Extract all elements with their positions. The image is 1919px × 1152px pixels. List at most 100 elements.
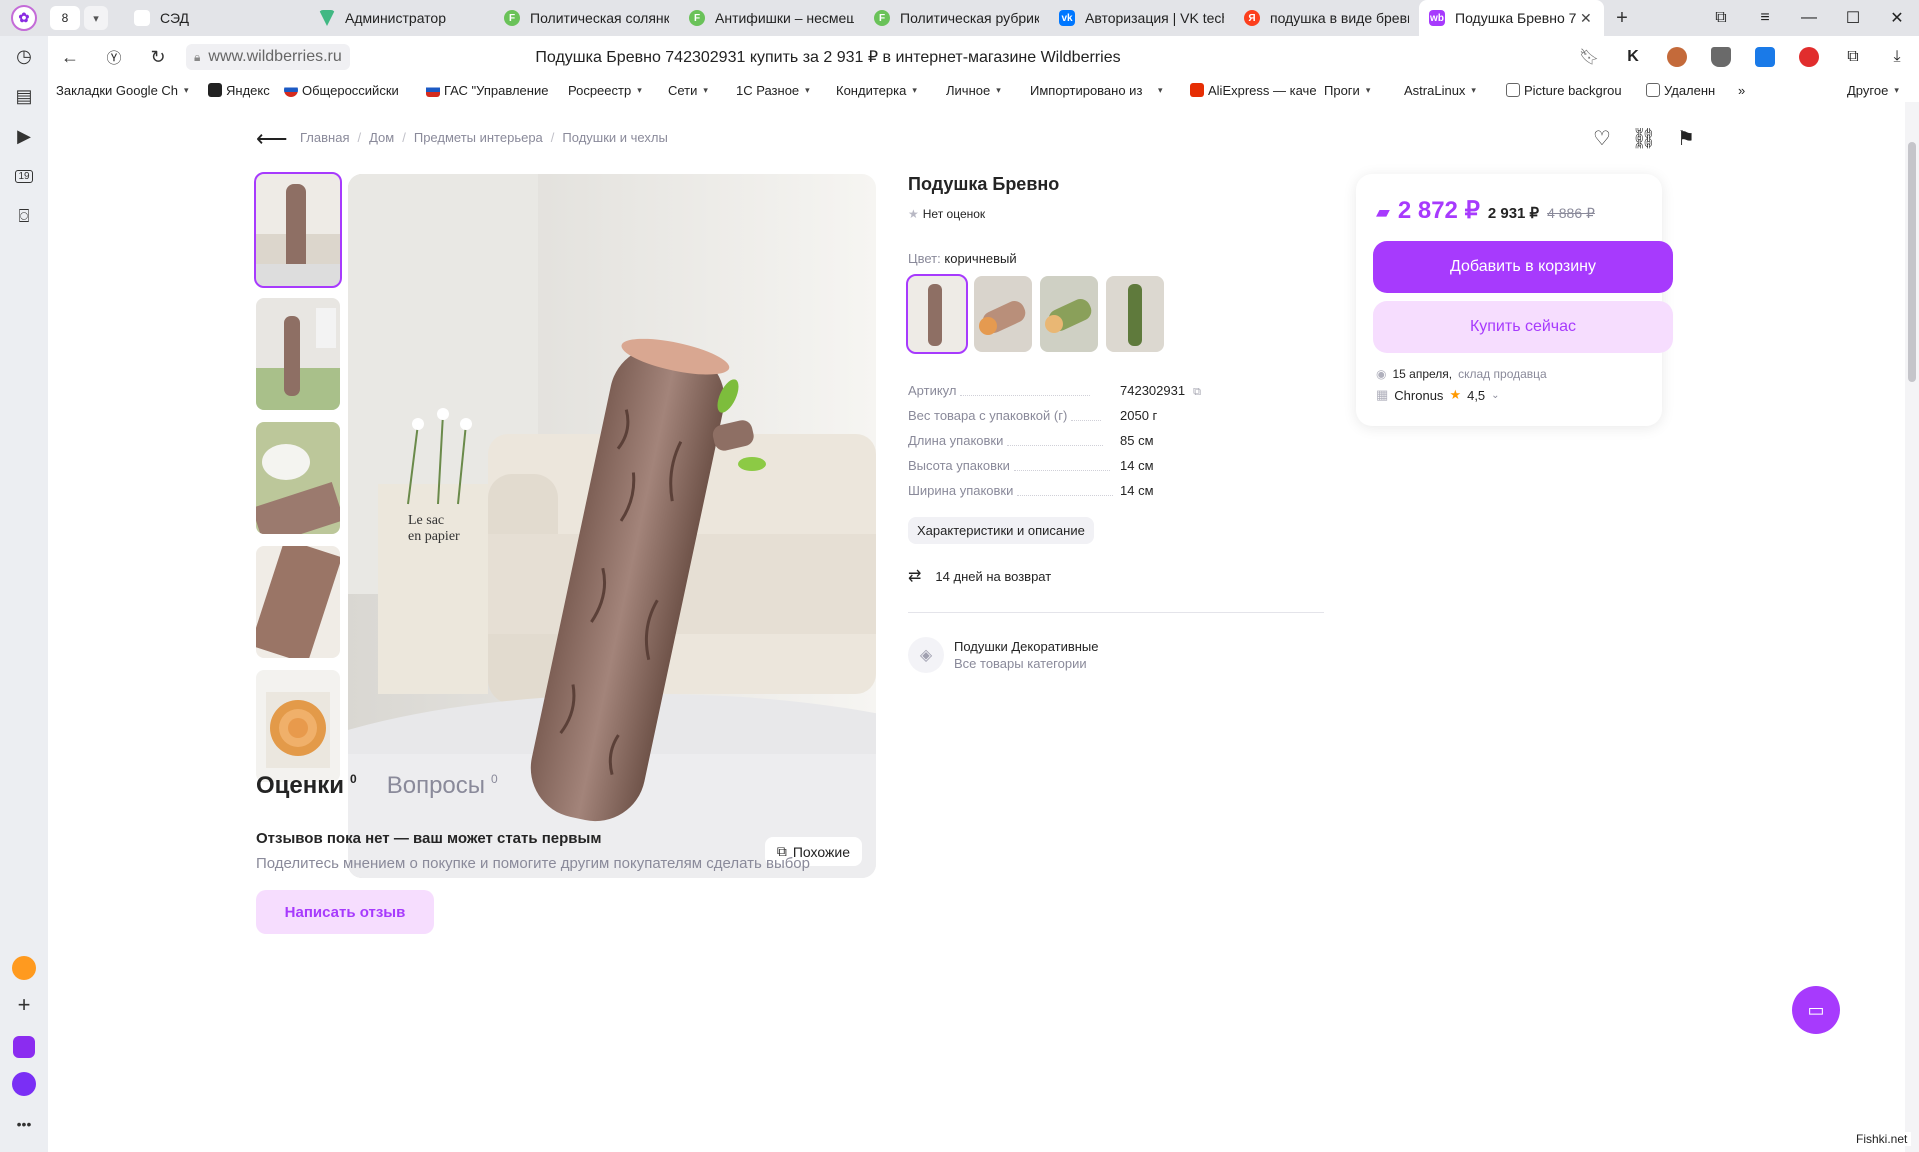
- tab-close-icon[interactable]: ✕: [1580, 10, 1594, 27]
- chevron-down-icon: ▾: [805, 84, 810, 95]
- bookmark-folder[interactable]: Кондитерка ▾: [828, 83, 938, 98]
- extensions-bar: 🔖︎ K ⧉ ⤓: [1567, 36, 1919, 78]
- buy-now-button[interactable]: Купить сейчас: [1373, 301, 1673, 353]
- bookmark-folder[interactable]: AstraLinux ▾: [1396, 83, 1498, 98]
- bookmark[interactable]: Яндекс: [200, 83, 276, 98]
- bookmark-icon[interactable]: 🔖︎: [1567, 36, 1611, 78]
- bookmark[interactable]: Удаленн: [1638, 83, 1730, 98]
- tab[interactable]: vk Авторизация | VK tech: [1049, 0, 1234, 36]
- extension-icon[interactable]: [1655, 36, 1699, 78]
- menu-icon[interactable]: ≡: [1743, 0, 1787, 36]
- history-icon[interactable]: ◷: [0, 36, 48, 76]
- fishki-favicon-icon: F: [874, 10, 890, 26]
- breadcrumb-link[interactable]: Предметы интерьера: [414, 130, 543, 145]
- color-swatch[interactable]: [1040, 276, 1098, 352]
- tab[interactable]: F Политическая солянка: [494, 0, 679, 36]
- downloads-icon[interactable]: ⤓: [1875, 36, 1919, 78]
- tab[interactable]: СЭД: [124, 0, 309, 36]
- bookmark-folder[interactable]: Проги ▾: [1316, 83, 1396, 98]
- add-to-cart-button[interactable]: Добавить в корзину: [1373, 241, 1673, 293]
- color-swatch[interactable]: [906, 274, 968, 354]
- extension-icon[interactable]: [1699, 36, 1743, 78]
- category-link[interactable]: ◈ Подушки Декоративные Все товары катего…: [908, 637, 1328, 673]
- new-tab-button[interactable]: +: [1604, 0, 1640, 36]
- media-player-icon[interactable]: ▶: [0, 116, 48, 156]
- layers-icon: ◈: [908, 637, 944, 673]
- breadcrumb-link[interactable]: Подушки и чехлы: [562, 130, 667, 145]
- color-swatch[interactable]: [1106, 276, 1164, 352]
- screenshot-icon[interactable]: ⌼: [0, 196, 48, 236]
- collections-icon[interactable]: ⧉: [1699, 0, 1743, 36]
- page-scrollbar[interactable]: [1905, 102, 1919, 1152]
- seller-info[interactable]: ▦ Chronus ★ 4,5 ⌄: [1376, 387, 1642, 403]
- bookmark[interactable]: Общероссийски: [276, 83, 418, 98]
- thumbnail[interactable]: [256, 422, 340, 534]
- bookmark-folder[interactable]: Импортировано из ▾: [1022, 83, 1182, 98]
- buy-box: ▰ 2 872 ₽ 2 931 ₽ 4 886 ₽ Добавить в кор…: [1356, 174, 1673, 426]
- minimize-button[interactable]: —: [1787, 0, 1831, 36]
- back-button[interactable]: ←: [48, 36, 92, 78]
- breadcrumb-link[interactable]: Дом: [369, 130, 394, 145]
- tab-active[interactable]: wb Подушка Бревно 74 ✕: [1419, 0, 1604, 36]
- url-field[interactable]: 🔒︎ www.wildberries.ru: [186, 44, 350, 70]
- alice-icon[interactable]: [0, 1072, 48, 1096]
- tab-reviews[interactable]: Оценки 0: [256, 772, 357, 800]
- tab[interactable]: F Антифишки – несмешно: [679, 0, 864, 36]
- market-app-icon[interactable]: [0, 1036, 48, 1058]
- translate-extension-icon[interactable]: [1743, 36, 1787, 78]
- tab-questions[interactable]: Вопросы 0: [387, 772, 498, 800]
- category-all-link: Все товары категории: [954, 656, 1087, 671]
- product-params: Артикул 742302931 ⧉ Вес товара с упаковко…: [908, 378, 1328, 503]
- rating-text: Нет оценок: [922, 207, 986, 221]
- reload-button[interactable]: ↻: [136, 36, 180, 78]
- yandex-home-icon[interactable]: Ⓨ: [92, 36, 136, 78]
- kaspersky-extension-icon[interactable]: K: [1611, 36, 1655, 78]
- details-chip[interactable]: Характеристики и описание: [908, 517, 1094, 544]
- mail-app-icon[interactable]: [0, 956, 48, 980]
- chat-button[interactable]: ▭: [1792, 986, 1840, 1034]
- more-bookmarks-button[interactable]: »: [1730, 83, 1760, 98]
- bookmark-folder[interactable]: Росреестр ▾: [560, 83, 660, 98]
- bookmark[interactable]: AliExpress — каче: [1182, 83, 1316, 98]
- adblock-extension-icon[interactable]: [1787, 36, 1831, 78]
- link-icon[interactable]: ⛓︎: [1630, 124, 1658, 152]
- tab-count-badge[interactable]: 8: [50, 6, 80, 30]
- bookmark-folder[interactable]: Закладки Google Ch ▾: [48, 83, 200, 98]
- delivery-info: ◉ 15 апреля, склад продавца: [1376, 367, 1642, 381]
- tab-list-dropdown[interactable]: ▾: [84, 6, 108, 30]
- copy-icon[interactable]: ⧉: [1193, 386, 1201, 398]
- add-panel-icon[interactable]: +: [0, 992, 48, 1018]
- calendar-icon[interactable]: 19: [0, 156, 48, 196]
- bookmark-folder-other[interactable]: Другое ▾: [1839, 83, 1919, 98]
- article-number[interactable]: 742302931: [1120, 383, 1185, 398]
- tab[interactable]: F Политическая рубрика: [864, 0, 1049, 36]
- color-swatch[interactable]: [974, 276, 1032, 352]
- thumbnail[interactable]: [256, 298, 340, 410]
- notes-icon[interactable]: ▤: [0, 76, 48, 116]
- param-key: Высота упаковки: [908, 458, 1010, 473]
- thumbnail[interactable]: [256, 546, 340, 658]
- extensions-icon[interactable]: ⧉: [1831, 36, 1875, 78]
- report-icon[interactable]: ⚑: [1672, 124, 1700, 152]
- thumbnail[interactable]: [256, 670, 340, 782]
- bookmark[interactable]: ГАС "Управление: [418, 83, 560, 98]
- watermark: Fishki.net: [1852, 1132, 1912, 1146]
- param-key: Артикул: [908, 383, 957, 398]
- tab[interactable]: Я подушка в виде бревна: [1234, 0, 1419, 36]
- breadcrumb-link[interactable]: Главная: [300, 130, 349, 145]
- thumbnail-list: [254, 172, 342, 794]
- maximize-button[interactable]: ☐: [1831, 0, 1875, 36]
- back-arrow-icon[interactable]: ⟵: [256, 126, 288, 152]
- scrollbar-thumb[interactable]: [1908, 142, 1916, 382]
- thumbnail[interactable]: [254, 172, 342, 288]
- heart-icon[interactable]: ♡: [1588, 124, 1616, 152]
- bookmark-folder[interactable]: 1С Разное ▾: [728, 83, 828, 98]
- close-window-button[interactable]: ✕: [1875, 0, 1919, 36]
- bookmark-folder[interactable]: Личное ▾: [938, 83, 1022, 98]
- bookmark-folder[interactable]: Сети ▾: [660, 83, 728, 98]
- more-icon[interactable]: •••: [0, 1116, 48, 1132]
- browser-menu-button[interactable]: ✿: [0, 0, 48, 36]
- tab[interactable]: Администратор: [309, 0, 494, 36]
- write-review-button[interactable]: Написать отзыв: [256, 890, 434, 934]
- bookmark[interactable]: Picture backgrou: [1498, 83, 1638, 98]
